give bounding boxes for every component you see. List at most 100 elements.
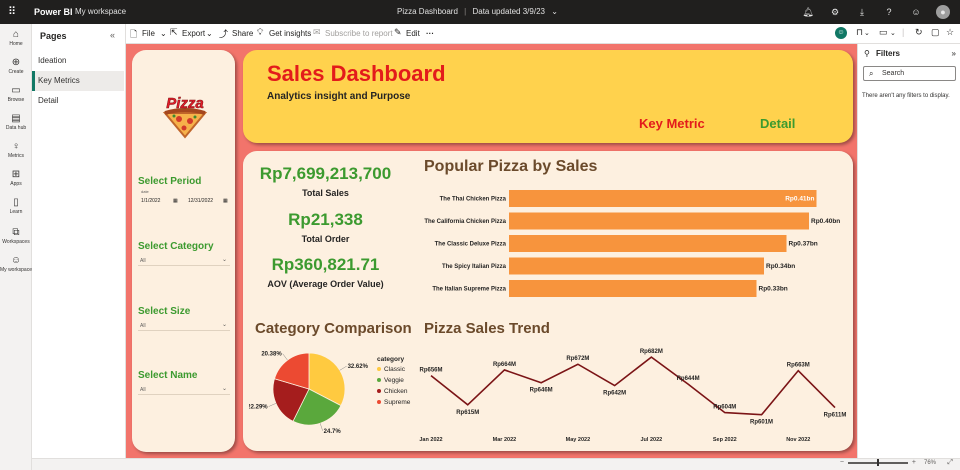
feedback-icon[interactable]: ☺︎ (909, 7, 923, 17)
book-icon: ▯ (13, 197, 19, 208)
share-icon: ⤴ (219, 29, 229, 39)
bar (509, 280, 757, 297)
refresh-icon[interactable]: ↻ (915, 27, 923, 38)
bell-icon[interactable]: 🔔︎ (801, 7, 815, 18)
filters-pane: ⚲ Filters » ⌕ Search There aren't any fi… (857, 44, 960, 458)
chevron-down-icon: ⌄ (551, 7, 558, 16)
apps-icon: ⊞ (11, 169, 21, 180)
chevron-down-icon[interactable]: ⌄ (890, 29, 896, 37)
nav-detail-button[interactable]: Detail (760, 116, 795, 131)
chevron-down-icon: ⌄ (221, 386, 227, 392)
avatar[interactable]: ● (936, 5, 950, 19)
rail-data-hub[interactable]: ▤ Data hub (0, 113, 32, 131)
line-data-label: Rp642M (603, 391, 626, 397)
collapse-filters-icon[interactable]: » (952, 49, 956, 58)
person-icon: ☺ (10, 255, 22, 266)
zoom-in-button[interactable]: + (912, 459, 916, 466)
calendar-icon[interactable]: ▦ (223, 198, 228, 204)
app-launcher-icon[interactable]: ⠿ (8, 6, 20, 18)
share-button[interactable]: Share (232, 29, 253, 38)
kpi-total-order-value: Rp21,338 (288, 210, 363, 229)
export-menu[interactable]: Export (182, 29, 205, 38)
select-size-label: Select Size (138, 306, 191, 317)
workspace-link[interactable]: My workspace (75, 7, 126, 16)
category-dropdown[interactable]: All ⌄ (138, 255, 230, 266)
help-icon[interactable]: ? (882, 7, 896, 17)
rail-label: Apps (10, 181, 22, 187)
x-tick-label: Mar 2022 (493, 437, 517, 443)
popular-pizza-title: Popular Pizza by Sales (424, 158, 598, 175)
app-name[interactable]: Power BI (34, 7, 73, 17)
calendar-icon[interactable]: ▦ (173, 198, 178, 204)
subscribe-button[interactable]: Subscribe to report (325, 29, 393, 38)
smile-icon[interactable]: ☺ (835, 27, 847, 39)
legend-marker (377, 378, 381, 382)
bar-category-label: The Italian Supreme Pizza (432, 287, 506, 293)
date-caption: date (141, 189, 149, 194)
edit-button[interactable]: Edit (406, 29, 420, 38)
file-menu[interactable]: File (142, 29, 155, 38)
line-data-label: Rp601M (750, 420, 773, 426)
view-icon[interactable]: ▭ (879, 27, 888, 38)
report-title-bar[interactable]: Pizza Dashboard | Data updated 3/9/23 ⌄ (397, 7, 558, 16)
bookmark-icon[interactable]: ⊓ (856, 27, 863, 38)
name-value: All (140, 387, 146, 393)
zoom-level: 76% (923, 460, 936, 466)
select-category-label: Select Category (138, 241, 214, 252)
chevron-down-icon[interactable]: ⌄ (864, 29, 870, 37)
folder-icon: ▭ (11, 85, 21, 96)
star-icon[interactable]: ☆ (946, 27, 954, 38)
divider: | (902, 27, 905, 37)
bar-category-label: The Classic Deluxe Pizza (435, 242, 507, 248)
nav-key-metric-button[interactable]: Key Metric (639, 116, 705, 131)
plus-circle-icon: ⊕ (11, 57, 21, 68)
legend-item: Veggie (384, 377, 404, 384)
data-updated: Data updated 3/9/23 (472, 7, 545, 16)
pencil-icon: ✎ (394, 27, 402, 37)
rail-metrics[interactable]: ♀ Metrics (0, 141, 32, 159)
rail-learn[interactable]: ▯ Learn (0, 197, 32, 215)
rail-my-workspace[interactable]: ☺ My workspace (0, 255, 32, 273)
legend-title: category (377, 356, 404, 363)
legend-marker (377, 400, 381, 404)
name-dropdown[interactable]: All ⌄ (138, 384, 230, 395)
page-item-ideation[interactable]: Ideation (32, 51, 124, 71)
dashboard-subtitle: Analytics insight and Purpose (267, 91, 411, 102)
more-options-button[interactable]: ··· (426, 29, 434, 38)
rail-create[interactable]: ⊕ Create (0, 57, 32, 75)
trend-line (430, 356, 836, 416)
category-value: All (140, 258, 146, 264)
date-end-field[interactable]: 12/31/2022 (188, 198, 213, 204)
page-item-key-metrics[interactable]: Key Metrics (32, 71, 124, 91)
size-dropdown[interactable]: All ⌄ (138, 320, 230, 331)
filters-empty-text: There aren't any filters to display. (862, 93, 950, 99)
collapse-pane-icon[interactable]: « (110, 30, 115, 40)
kpi-total-sales-label: Total Sales (302, 188, 349, 198)
line-data-label: Rp611M (824, 413, 847, 419)
download-icon[interactable]: ⤓ (855, 7, 869, 18)
zoom-slider-thumb[interactable] (877, 459, 879, 466)
date-start-field[interactable]: 1/1/2022 (141, 198, 160, 204)
rail-label: Home (9, 41, 23, 47)
kpi-aov-label: AOV (Average Order Value) (267, 279, 384, 289)
zoom-out-button[interactable]: − (840, 459, 844, 466)
bar (509, 190, 817, 207)
get-insights-button[interactable]: Get insights (269, 29, 311, 38)
rail-apps[interactable]: ⊞ Apps (0, 169, 32, 187)
comment-icon[interactable]: ▢ (931, 27, 940, 38)
rail-browse[interactable]: ▭ Browse (0, 85, 32, 103)
fit-page-icon[interactable]: ⤢ (947, 459, 953, 467)
line-data-label: Rp646M (530, 388, 553, 394)
x-tick-label: Jan 2022 (419, 437, 442, 443)
size-value: All (140, 323, 146, 329)
pie-data-label: 20.38% (261, 352, 282, 358)
slicer-panel: Pizza Select Period date 1/1/2022 ▦ 12/3… (132, 50, 235, 452)
filter-icon: ⚲ (864, 49, 870, 58)
filters-search-input[interactable]: ⌕ Search (863, 66, 956, 81)
page-item-detail[interactable]: Detail (32, 91, 124, 111)
select-name-label: Select Name (138, 370, 198, 381)
rail-home[interactable]: ⌂ Home (0, 29, 32, 47)
pie-leader-line (319, 423, 323, 431)
rail-workspaces[interactable]: ⧉ Workspaces (0, 227, 32, 245)
gear-icon[interactable]: ⚙︎ (828, 7, 842, 18)
